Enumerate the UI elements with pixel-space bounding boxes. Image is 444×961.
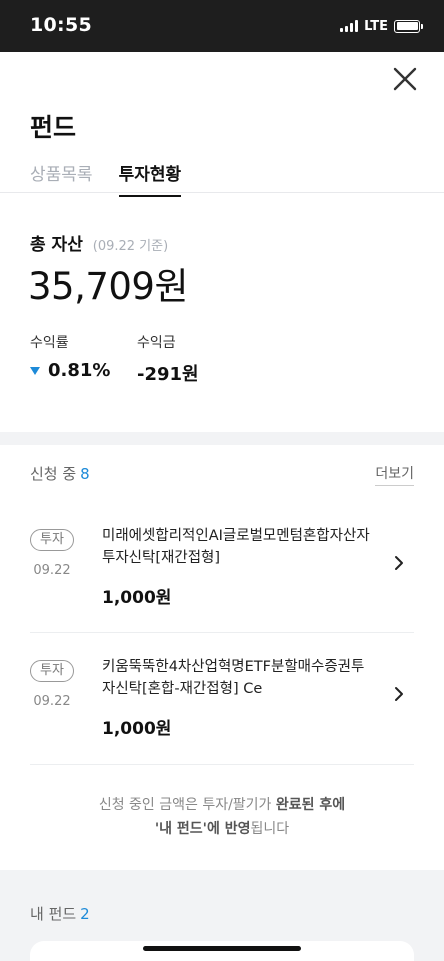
my-funds-header: 내 펀드 2 [30, 903, 90, 924]
return-rate-value: 0.81% [48, 360, 111, 381]
item-type-badge: 투자 [30, 529, 74, 551]
pending-label: 신청 중 [30, 465, 77, 483]
status-indicators: LTE [340, 18, 423, 34]
chevron-right-icon [395, 687, 403, 701]
tab-divider [0, 192, 444, 193]
item-fund-name: 키움뚝뚝한4차산업혁명ETF분할매수증권투자신탁[혼합-재간접형] Ce [102, 659, 365, 697]
total-asset-value: 35,709원 [28, 265, 189, 308]
note-text: 신청 중인 금액은 투자/팔기가 [98, 797, 276, 813]
pending-count: 8 [80, 465, 90, 483]
page-title: 펀드 [30, 113, 77, 142]
asset-date-note: (09.22 기준) [92, 239, 169, 254]
pending-note: 신청 중인 금액은 투자/팔기가 완료된 후에 '내 펀드'에 반영됩니다 [0, 793, 444, 841]
total-asset-title: 총 자산 [30, 235, 83, 255]
item-date: 09.22 [33, 563, 71, 578]
note-emphasis: '내 펀드'에 반영 [154, 821, 251, 837]
fund-summary-sheet: 펀드 상품목록 투자현황 총 자산 (09.22 기준) 35,709원 수익률… [0, 52, 444, 432]
pending-header: 신청 중8 [30, 463, 90, 484]
status-time: 10:55 [30, 14, 92, 36]
my-funds-label: 내 펀드 [30, 905, 77, 923]
home-indicator [143, 946, 301, 951]
return-rate: 수익률 0.81% [30, 332, 110, 381]
item-amount: 1,000원 [102, 588, 172, 608]
network-type: LTE [364, 18, 388, 34]
pending-section: 신청 중8 더보기 투자 09.22 미래에셋합리적인AI글로벌모멘텀혼합자산자… [0, 445, 444, 870]
note-emphasis: 완료된 후에 [275, 797, 346, 813]
return-rate-label: 수익률 [30, 335, 69, 351]
down-triangle-icon [30, 366, 40, 375]
profit: 수익금 -291원 [137, 332, 199, 386]
signal-icon [340, 20, 359, 32]
status-bar: 10:55 LTE [0, 0, 444, 52]
note-text: 됩니다 [250, 821, 290, 837]
item-date: 09.22 [33, 694, 71, 709]
total-asset-label: 총 자산 (09.22 기준) [30, 230, 168, 255]
profit-label: 수익금 [137, 335, 176, 351]
my-funds-count: 2 [80, 905, 90, 923]
chevron-right-icon [395, 556, 403, 570]
pending-item[interactable]: 투자 09.22 키움뚝뚝한4차산업혁명ETF분할매수증권투자신탁[혼합-재간접… [30, 656, 414, 776]
item-type-badge: 투자 [30, 660, 74, 682]
more-button[interactable]: 더보기 [375, 463, 414, 486]
item-divider [30, 764, 414, 765]
item-divider [30, 632, 414, 633]
pending-item[interactable]: 투자 09.22 미래에셋합리적인AI글로벌모멘텀혼합자산자투자신탁[재간접형]… [30, 525, 414, 645]
battery-icon [394, 19, 423, 33]
item-fund-name: 미래에셋합리적인AI글로벌모멘텀혼합자산자투자신탁[재간접형] [102, 528, 370, 566]
item-amount: 1,000원 [102, 719, 172, 739]
profit-value: -291원 [137, 364, 199, 385]
close-icon[interactable] [392, 66, 418, 92]
my-fund-card[interactable] [30, 941, 414, 961]
